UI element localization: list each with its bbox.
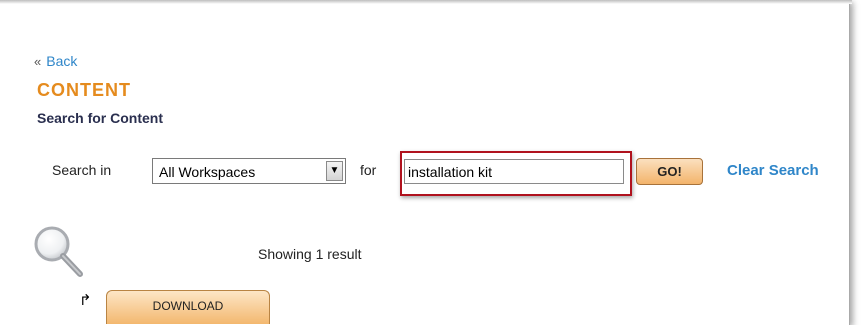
workspace-select-value: All Workspaces	[159, 164, 256, 180]
chevron-down-icon[interactable]: ▼	[326, 161, 343, 181]
page-title: CONTENT	[37, 80, 131, 100]
return-arrow-icon: ↱	[79, 292, 92, 309]
workspace-select[interactable]: All Workspaces ▼	[152, 158, 346, 184]
page-subtitle: Search for Content	[37, 110, 164, 126]
back-arrows-icon: «	[34, 54, 42, 69]
clear-search-link[interactable]: Clear Search	[727, 162, 819, 179]
search-input[interactable]	[404, 159, 624, 184]
download-button[interactable]: DOWNLOAD	[106, 290, 270, 324]
for-label: for	[360, 162, 377, 178]
search-in-label: Search in	[52, 162, 112, 178]
go-button[interactable]: GO!	[636, 158, 703, 185]
back-link[interactable]: « Back	[34, 53, 77, 69]
magnifier-icon	[34, 226, 83, 277]
results-summary: Showing 1 result	[258, 246, 362, 262]
back-label[interactable]: Back	[46, 53, 77, 69]
panel-top-shadow	[0, 0, 852, 4]
